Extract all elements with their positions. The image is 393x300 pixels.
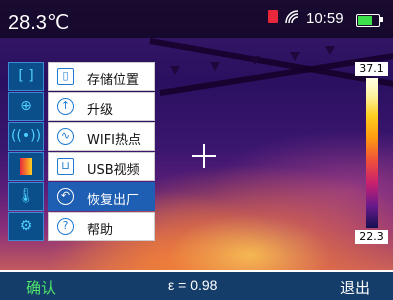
temperature-button[interactable]: 🌡 — [8, 182, 44, 211]
menu-item-label: 升级 — [87, 103, 114, 118]
sd-card-icon — [268, 10, 278, 23]
reset-icon: ↶ — [57, 188, 74, 205]
bunting-flag — [325, 46, 335, 55]
storage-icon: ▯ — [57, 68, 74, 85]
exit-button[interactable]: 退出 — [340, 277, 370, 298]
palette-button[interactable] — [8, 152, 44, 181]
menu-row: ⊔ USB视频 — [8, 152, 155, 181]
battery-level — [358, 16, 372, 25]
menu-item-label: 帮助 — [87, 223, 114, 238]
palette-icon — [20, 158, 32, 175]
wifi-hotspot-icon: ∿ — [57, 128, 74, 145]
emissivity-icon: ((•)) — [10, 128, 42, 144]
menu-row: ⊕ ↑ 升级 — [8, 92, 155, 121]
menu-item-label: 存储位置 — [87, 73, 140, 88]
battery-icon — [356, 14, 380, 27]
capture-mode-icon: [ ] — [18, 68, 34, 84]
settings-button[interactable]: ⚙ — [8, 212, 44, 241]
color-scale-bar — [366, 78, 378, 228]
menu-item-label: WIFI热点 — [87, 133, 141, 148]
bunting-flag — [290, 52, 300, 61]
help-icon: ? — [57, 218, 74, 235]
emissivity-button[interactable]: ((•)) — [8, 122, 44, 151]
thermal-camera-screen: 28.3℃ 10:59 [ ] ▯ 存储位置 ⊕ ↑ 升级 ((•)) ∿ WI… — [0, 0, 393, 300]
menu-item-factory-reset[interactable]: ↶ 恢复出厂 — [48, 182, 155, 211]
usb-icon: ⊔ — [57, 158, 74, 175]
upgrade-icon: ↑ — [57, 98, 74, 115]
settings-icon: ⚙ — [19, 218, 33, 234]
bunting-flag — [170, 66, 180, 75]
settings-menu: [ ] ▯ 存储位置 ⊕ ↑ 升级 ((•)) ∿ WIFI热点 ⊔ USB视频… — [8, 62, 155, 270]
crosshair-vertical — [203, 144, 205, 168]
scale-max-value: 37.1 — [355, 62, 388, 76]
status-bar: 28.3℃ 10:59 — [0, 0, 393, 38]
menu-item-wifi-hotspot[interactable]: ∿ WIFI热点 — [48, 122, 155, 151]
menu-item-usb-video[interactable]: ⊔ USB视频 — [48, 152, 155, 181]
footer-bar: 确认 ε = 0.98 退出 — [0, 272, 393, 300]
menu-row: 🌡 ↶ 恢复出厂 — [8, 182, 155, 211]
menu-row: [ ] ▯ 存储位置 — [8, 62, 155, 91]
confirm-button[interactable]: 确认 — [26, 277, 56, 298]
bunting-flag — [250, 56, 260, 65]
center-target-icon: ⊕ — [20, 98, 32, 114]
menu-row: ((•)) ∿ WIFI热点 — [8, 122, 155, 151]
temperature-icon: 🌡 — [17, 188, 35, 204]
menu-item-help[interactable]: ? 帮助 — [48, 212, 155, 241]
center-target-button[interactable]: ⊕ — [8, 92, 44, 121]
bunting-flag — [210, 62, 220, 71]
center-temperature: 28.3℃ — [8, 12, 70, 34]
menu-item-upgrade[interactable]: ↑ 升级 — [48, 92, 155, 121]
battery-tip — [380, 17, 383, 22]
wifi-icon — [284, 9, 302, 29]
menu-row: ⚙ ? 帮助 — [8, 212, 155, 241]
scale-min-value: 22.3 — [355, 230, 388, 244]
menu-item-label: 恢复出厂 — [87, 193, 140, 208]
clock: 10:59 — [306, 10, 344, 27]
menu-item-storage[interactable]: ▯ 存储位置 — [48, 62, 155, 91]
menu-item-label: USB视频 — [87, 163, 140, 178]
emissivity-value: ε = 0.98 — [168, 277, 218, 293]
capture-mode-button[interactable]: [ ] — [8, 62, 44, 91]
